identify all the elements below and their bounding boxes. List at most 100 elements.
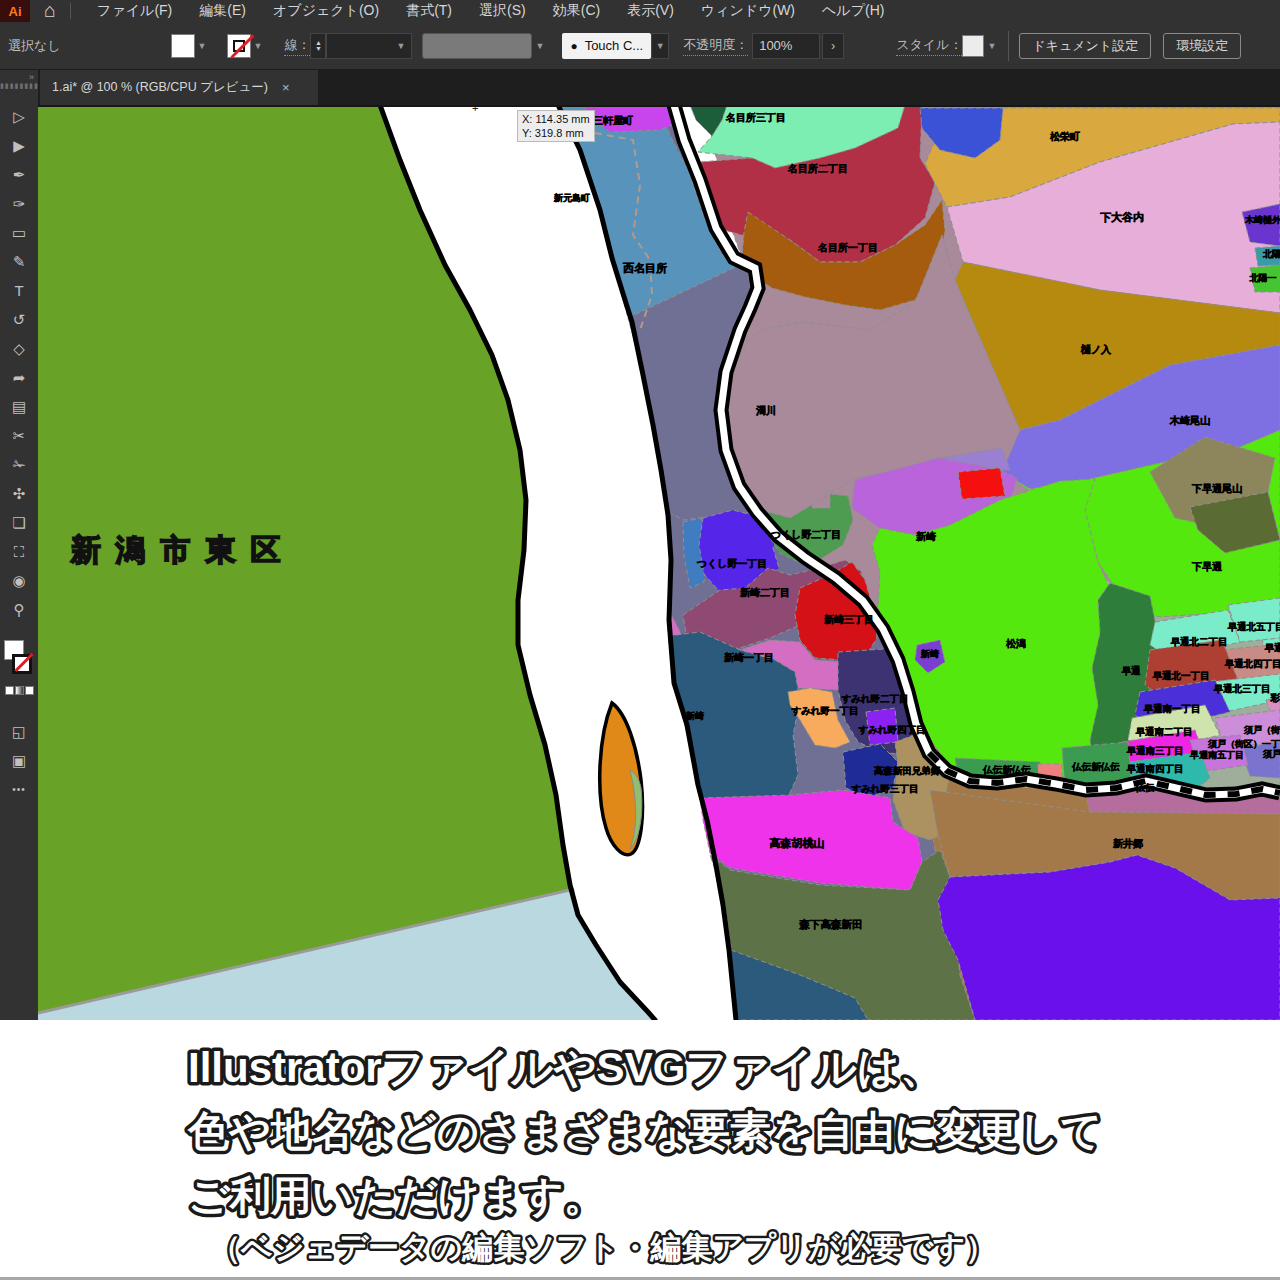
selection-tool-icon[interactable]: ▷ — [0, 102, 38, 131]
type-tool-icon[interactable]: T — [0, 276, 38, 305]
map-label: 仏伝新仏伝 — [1071, 761, 1120, 772]
curvature-tool-icon[interactable]: ✑ — [0, 189, 38, 218]
fill-swatch[interactable] — [171, 34, 195, 58]
draw-mode-icon[interactable]: ◱ — [0, 717, 38, 746]
map-label: 新崎 — [915, 531, 936, 542]
map-label: 彩 — [1269, 692, 1280, 703]
graph-tool-icon[interactable]: ◉ — [0, 566, 38, 595]
tab-close-icon[interactable]: × — [282, 80, 290, 95]
cursor-position-tooltip: X: 114.35 mm Y: 319.8 mm — [517, 110, 595, 142]
style-label: スタイル： — [896, 36, 962, 56]
map-label: 早通南二丁目 — [1136, 726, 1193, 737]
illustrator-logo[interactable]: Ai — [0, 0, 30, 22]
document-tab[interactable]: 1.ai* @ 100 % (RGB/CPU プレビュー) × — [40, 70, 318, 105]
ward-label: 新潟市東区 — [70, 533, 296, 566]
gradient-tool-icon[interactable]: ▤ — [0, 392, 38, 421]
chevron-down-icon[interactable]: ▼ — [198, 41, 207, 51]
zoom-tool-icon[interactable]: ⚲ — [0, 595, 38, 624]
none-button[interactable] — [25, 686, 34, 695]
artboard-tool-icon[interactable]: ⛶ — [0, 537, 38, 566]
brush-definition-value: Touch C... — [585, 38, 644, 53]
width-tool-icon[interactable]: ✂ — [0, 421, 38, 450]
map-label: 早通南四丁目 — [1127, 763, 1184, 774]
eraser-tool-icon[interactable]: ◇ — [0, 334, 38, 363]
map-label: 須戸（街 — [1243, 725, 1280, 735]
map-canvas[interactable]: 新潟市東区+三軒屋町名目所三丁目松栄町名目所二丁目新元島町下大谷内木崎樋外名目所… — [38, 105, 1280, 1020]
rotate-tool-icon[interactable]: ↺ — [0, 305, 38, 334]
preferences-button[interactable]: 環境設定 — [1163, 33, 1241, 59]
brush-dot-icon: ● — [570, 39, 577, 53]
menu-item[interactable]: 書式(T) — [406, 2, 452, 20]
map-label: 早通北二丁目 — [1171, 636, 1228, 647]
menu-item[interactable]: 選択(S) — [479, 2, 526, 20]
document-tab-bar: 1.ai* @ 100 % (RGB/CPU プレビュー) × — [0, 70, 1280, 105]
eyedropper-tool-icon[interactable]: ✁ — [0, 450, 38, 479]
stroke-label: 線： — [284, 36, 310, 56]
menu-item[interactable]: 表示(V) — [627, 2, 674, 20]
menu-item[interactable]: ファイル(F) — [97, 2, 172, 20]
opacity-input[interactable]: 100% — [752, 33, 820, 59]
menu-item[interactable]: 編集(E) — [199, 2, 246, 20]
more-tools-icon[interactable]: ••• — [0, 775, 38, 804]
separator — [1008, 31, 1009, 61]
document-setup-button[interactable]: ドキュメント設定 — [1019, 33, 1151, 59]
chevron-down-icon[interactable]: ▼ — [987, 41, 996, 51]
paintbrush-tool-icon[interactable]: ✎ — [0, 247, 38, 276]
map-label: つくし野一丁目 — [696, 558, 768, 570]
menu-bar: Ai ⌂ ファイル(F) 編集(E) オブジェクト(O) 書式(T) 選択(S) 効果(C… — [0, 0, 1280, 22]
toolbar-color-swatches — [0, 638, 38, 684]
opacity-menu-arrow[interactable]: › — [822, 33, 844, 59]
map-region[interactable] — [958, 468, 1005, 499]
chevron-down-icon[interactable]: ▼ — [535, 41, 544, 51]
banner-line: ご利用いただけます。 — [188, 1173, 605, 1219]
panel-grip[interactable]: ▮▮▮▮▮▮▮▮ — [0, 82, 38, 90]
tools-list: ▷▶✒✑▭✎T↺◇➦▤✂✁✣❏⛶◉⚲ — [0, 90, 38, 624]
stroke-swatch[interactable] — [227, 34, 251, 58]
map-label: 仏伝 — [1135, 782, 1156, 793]
map-label: 木崎尾山 — [1169, 415, 1210, 426]
symbol-tool-icon[interactable]: ➦ — [0, 363, 38, 392]
style-swatch[interactable] — [962, 35, 984, 57]
chevron-down-icon[interactable]: ▼ — [254, 41, 263, 51]
pen-tool-icon[interactable]: ✒ — [0, 160, 38, 189]
map-label: 北陽 — [1262, 249, 1280, 259]
opacity-label: 不透明度： — [683, 36, 748, 56]
stroke-none-inner — [233, 40, 245, 52]
map-label: 三軒屋町 — [593, 115, 633, 126]
map-label: すみれ野一丁目 — [790, 705, 858, 716]
rectangle-tool-icon[interactable]: ▭ — [0, 218, 38, 247]
brush-preview[interactable] — [422, 33, 532, 59]
stroke-width-select[interactable]: ▼ — [326, 33, 412, 59]
map-label: 仏伝新仏伝 — [982, 764, 1031, 775]
home-icon[interactable]: ⌂ — [44, 0, 56, 22]
menu-item[interactable]: オブジェクト(O) — [273, 2, 379, 20]
banner-line: 色や地名などのさまざまな要素を自由に変更して — [187, 1108, 1103, 1154]
menu-item[interactable]: 効果(C) — [553, 2, 600, 20]
direct-selection-tool-icon[interactable]: ▶ — [0, 131, 38, 160]
map-label: 下早通 — [1191, 561, 1223, 572]
map-label: 須戸 — [1262, 749, 1280, 759]
banner-line: IllustratorファイルやSVGファイルは、 — [188, 1044, 942, 1091]
map-label: 高森新田兄弟郷 — [874, 765, 941, 776]
map-label: つくし野二丁目 — [770, 529, 842, 541]
banner-line: （ベジェデータの編集ソフト・編集アプリが必要です） — [210, 1230, 996, 1265]
draw-mode2-icon[interactable]: ▣ — [0, 746, 38, 775]
gradient-button[interactable] — [15, 686, 24, 695]
menu-item[interactable]: ヘルプ(H) — [822, 2, 884, 20]
chevron-down-icon[interactable]: ▼ — [651, 33, 669, 59]
shape-builder-tool-icon[interactable]: ❏ — [0, 508, 38, 537]
separator — [70, 3, 71, 19]
map-label: 森下高森新田 — [799, 918, 863, 930]
map-label: 下早通尾山 — [1191, 483, 1242, 494]
map-label: 早通南五丁目 — [1189, 750, 1244, 760]
map-label: 早通南一丁目 — [1144, 703, 1201, 714]
color-button[interactable] — [5, 686, 14, 695]
brush-definition-select[interactable]: ● Touch C... — [562, 33, 651, 59]
menu-item[interactable]: ウィンドウ(W) — [701, 2, 795, 20]
collapse-icon[interactable]: » — [0, 70, 38, 82]
stroke-width-stepper[interactable]: ▲▼ — [310, 33, 326, 59]
stroke-color-swatch[interactable] — [12, 654, 32, 674]
blend-tool-icon[interactable]: ✣ — [0, 479, 38, 508]
map-label: 早通北一丁目 — [1153, 670, 1210, 681]
map-label: 西名目所 — [622, 262, 667, 274]
